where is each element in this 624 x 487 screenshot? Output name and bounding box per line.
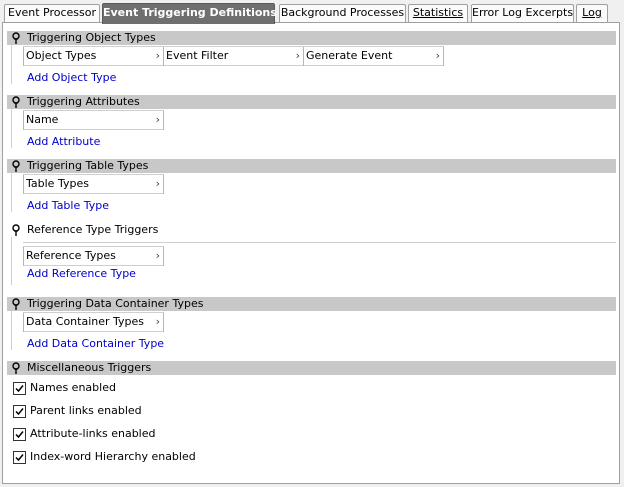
checkmark-icon bbox=[15, 454, 24, 462]
section-header[interactable]: Reference Type Triggers bbox=[7, 223, 616, 237]
column-header-name[interactable]: Name › bbox=[23, 111, 164, 130]
tab-log[interactable]: Log bbox=[576, 4, 608, 22]
column-header-row: Data Container Types › bbox=[23, 312, 164, 332]
column-header-generate-event[interactable]: Generate Event › bbox=[303, 47, 444, 66]
chevron-right-icon[interactable]: › bbox=[156, 247, 160, 265]
add-attribute-link[interactable]: Add Attribute bbox=[27, 135, 100, 148]
add-reference-type-link[interactable]: Add Reference Type bbox=[27, 267, 136, 280]
pin-icon[interactable] bbox=[11, 224, 21, 237]
pin-icon[interactable] bbox=[11, 160, 21, 173]
section-header[interactable]: Triggering Attributes bbox=[7, 95, 616, 109]
chevron-right-icon[interactable]: › bbox=[156, 47, 160, 65]
section-header[interactable]: Miscellaneous Triggers bbox=[7, 361, 616, 375]
section-title: Triggering Data Container Types bbox=[27, 297, 204, 310]
column-header-table-types[interactable]: Table Types › bbox=[23, 175, 164, 194]
tab-error-log-excerpts[interactable]: Error Log Excerpts bbox=[471, 4, 574, 22]
checkbox[interactable] bbox=[13, 428, 26, 441]
tab-statistics[interactable]: Statistics bbox=[408, 4, 468, 22]
checkmark-icon bbox=[15, 385, 24, 393]
column-header-event-filter[interactable]: Event Filter › bbox=[163, 47, 304, 66]
pin-icon[interactable] bbox=[11, 362, 21, 375]
section-guide-line bbox=[11, 237, 12, 285]
checkbox-label: Parent links enabled bbox=[30, 404, 142, 417]
section-guide-line bbox=[11, 45, 12, 84]
tab-background-processes[interactable]: Background Processes bbox=[279, 4, 406, 22]
section-title: Triggering Table Types bbox=[27, 159, 149, 172]
section-header[interactable]: Triggering Data Container Types bbox=[7, 297, 616, 311]
checkbox[interactable] bbox=[13, 405, 26, 418]
column-header-row: Object Types › Event Filter › Generate Eve… bbox=[23, 46, 444, 66]
checkmark-icon bbox=[15, 431, 24, 439]
add-data-container-type-link[interactable]: Add Data Container Type bbox=[27, 337, 164, 350]
definitions-panel: Triggering Object Types Object Types › Ev… bbox=[2, 22, 620, 484]
pin-icon[interactable] bbox=[11, 298, 21, 311]
chevron-right-icon[interactable]: › bbox=[436, 47, 440, 65]
chevron-right-icon[interactable]: › bbox=[156, 313, 160, 331]
section-guide-line bbox=[11, 109, 12, 148]
tab-event-processor[interactable]: Event Processor bbox=[4, 4, 100, 22]
add-table-type-link[interactable]: Add Table Type bbox=[27, 199, 109, 212]
section-title: Reference Type Triggers bbox=[27, 223, 159, 236]
add-object-type-link[interactable]: Add Object Type bbox=[27, 71, 116, 84]
checkbox-label: Attribute-links enabled bbox=[30, 427, 156, 440]
chevron-right-icon[interactable]: › bbox=[296, 47, 300, 65]
section-title: Miscellaneous Triggers bbox=[27, 361, 152, 374]
section-guide-line bbox=[11, 311, 12, 350]
section-divider bbox=[23, 242, 616, 243]
checkmark-icon bbox=[15, 408, 24, 416]
checkbox[interactable] bbox=[13, 382, 26, 395]
column-header-reference-types[interactable]: Reference Types › bbox=[23, 247, 164, 266]
column-header-row: Reference Types › bbox=[23, 246, 164, 266]
checkbox-label: Names enabled bbox=[30, 381, 116, 394]
chevron-right-icon[interactable]: › bbox=[156, 111, 160, 129]
chevron-right-icon[interactable]: › bbox=[156, 175, 160, 193]
section-guide-line bbox=[11, 173, 12, 212]
column-header-data-container-types[interactable]: Data Container Types › bbox=[23, 313, 164, 332]
column-header-row: Name › bbox=[23, 110, 164, 130]
column-header-object-types[interactable]: Object Types › bbox=[23, 47, 164, 66]
tab-event-triggering-definitions[interactable]: Event Triggering Definitions bbox=[102, 3, 277, 24]
checkbox-label: Index-word Hierarchy enabled bbox=[30, 450, 196, 463]
section-title: Triggering Attributes bbox=[27, 95, 140, 108]
section-header[interactable]: Triggering Table Types bbox=[7, 159, 616, 173]
section-header[interactable]: Triggering Object Types bbox=[7, 31, 616, 45]
column-header-row: Table Types › bbox=[23, 174, 164, 194]
pin-icon[interactable] bbox=[11, 32, 21, 45]
section-title: Triggering Object Types bbox=[27, 31, 156, 44]
checkbox[interactable] bbox=[13, 451, 26, 464]
pin-icon[interactable] bbox=[11, 96, 21, 109]
